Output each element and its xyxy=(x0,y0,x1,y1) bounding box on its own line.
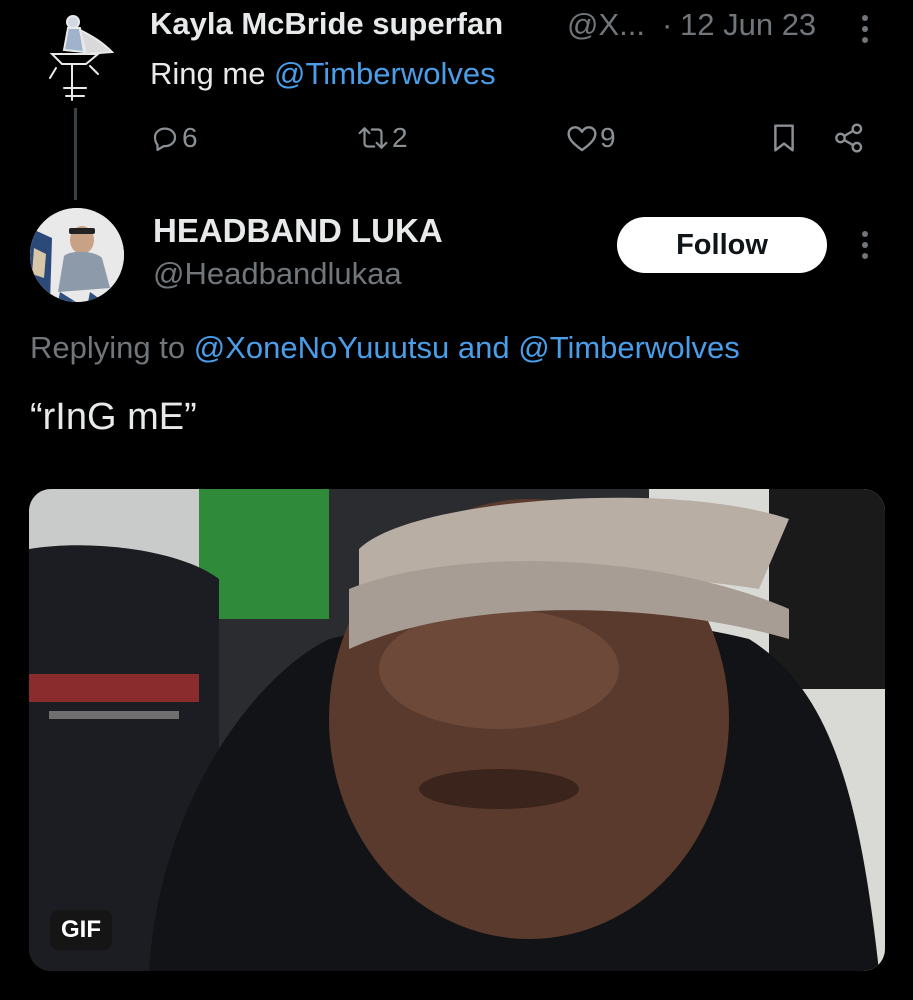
mention-link[interactable]: @Timberwolves xyxy=(518,330,740,365)
bookmark-icon xyxy=(774,124,794,152)
gif-badge: GIF xyxy=(50,910,112,950)
separator-dot: · xyxy=(662,7,673,42)
more-options-button[interactable] xyxy=(852,228,878,262)
tweet-text-body: Ring me xyxy=(150,56,275,91)
replying-and: and xyxy=(449,330,519,365)
replying-prefix: Replying to xyxy=(30,330,194,365)
reply-button[interactable]: 6 xyxy=(150,118,198,158)
knight-sketch-icon xyxy=(49,15,115,101)
more-vertical-icon xyxy=(862,231,868,259)
follow-button[interactable]: Follow xyxy=(617,217,827,273)
avatar[interactable] xyxy=(30,208,124,302)
timestamp[interactable]: 12 Jun 23 xyxy=(680,7,816,43)
author-name[interactable]: HEADBAND LUKA xyxy=(153,212,443,250)
author-handle[interactable]: @Headbandlukaa xyxy=(153,256,402,292)
share-icon xyxy=(835,123,863,153)
thread-line xyxy=(74,108,77,200)
reply-icon xyxy=(153,127,177,151)
profile-photo xyxy=(30,208,124,302)
heart-icon xyxy=(567,126,597,152)
more-options-button[interactable] xyxy=(852,12,878,46)
like-button[interactable]: 9 xyxy=(566,118,616,158)
gif-frame-image xyxy=(29,489,885,971)
retweet-button[interactable]: 2 xyxy=(356,118,408,158)
avatar[interactable] xyxy=(28,8,124,104)
more-vertical-icon xyxy=(862,15,868,43)
tweet-text: “rInG mE” xyxy=(30,396,197,438)
retweet-icon xyxy=(358,127,388,149)
mention-link[interactable]: @XoneNoYuuutsu xyxy=(194,330,450,365)
reply-count: 6 xyxy=(182,122,198,153)
author-name[interactable]: Kayla McBride superfan xyxy=(150,6,503,42)
bookmark-button[interactable] xyxy=(770,118,798,158)
replying-to: Replying to @XoneNoYuuutsu and @Timberwo… xyxy=(30,330,740,366)
author-handle[interactable]: @X... xyxy=(567,7,645,43)
tweet-text: Ring me @Timberwolves xyxy=(150,56,496,92)
gif-media[interactable] xyxy=(29,489,885,971)
mention-link[interactable]: @Timberwolves xyxy=(274,56,496,91)
like-count: 9 xyxy=(600,122,616,153)
share-button[interactable] xyxy=(832,118,866,158)
retweet-count: 2 xyxy=(392,122,408,153)
